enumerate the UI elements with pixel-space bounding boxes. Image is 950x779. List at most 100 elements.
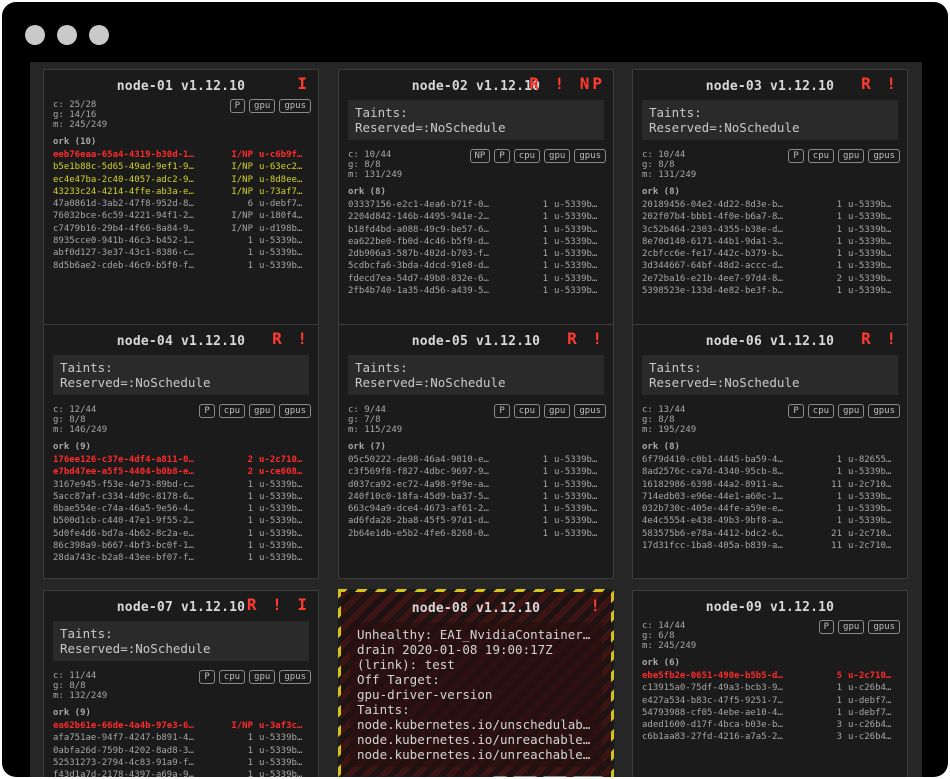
close-window-button[interactable] <box>25 25 45 45</box>
badge-cpu[interactable]: cpu <box>511 776 539 777</box>
badge-gpus[interactable]: gpus <box>279 670 311 684</box>
workload-row[interactable]: 663c94a9-dce4-4673-af61-2… 1 u-5339b… <box>339 503 613 515</box>
badge-gpu[interactable]: gpu <box>542 776 569 777</box>
badge-gpu[interactable]: gpu <box>249 670 276 684</box>
badge-gpu[interactable]: gpu <box>544 404 571 418</box>
workload-row[interactable]: 3d344667-64bf-48d2-accc-d… 1 u-5339b… <box>633 260 907 272</box>
badge-cpu[interactable]: cpu <box>513 149 541 163</box>
workload-row[interactable]: 8bae554e-c74a-46a5-9e56-4… 1 u-5339b… <box>44 503 318 515</box>
node-card[interactable]: node-09 v1.12.10 c: 14/44 g: 6/8 m: 245/249… <box>632 590 908 777</box>
badge-gpus[interactable]: gpus <box>574 149 606 163</box>
badge-p[interactable]: P <box>492 776 508 777</box>
workload-row[interactable]: 240f10c0-18fa-45d9-ba37-5… 1 u-5339b… <box>339 491 613 503</box>
badge-gpu[interactable]: gpu <box>544 149 571 163</box>
workload-row[interactable]: aded1600-d17f-4bca-b03e-b… 3 u-c26b4… <box>633 719 907 731</box>
maximize-window-button[interactable] <box>89 25 109 45</box>
workload-row[interactable]: 3c52b464-2303-4355-b38e-d… 1 u-5339b… <box>633 224 907 236</box>
workload-row[interactable]: 3167e945-f53e-4e73-89bd-c… 1 u-5339b… <box>44 479 318 491</box>
workload-row[interactable]: abf0d127-3e37-43c1-8386-c… 1 u-5339b… <box>44 247 318 259</box>
badge-np[interactable]: NP <box>469 149 491 163</box>
badge-gpu[interactable]: gpu <box>838 149 865 163</box>
workload-row[interactable]: 2cbfcc6e-fe17-442c-b379-b… 1 u-5339b… <box>633 248 907 260</box>
workload-row[interactable]: f43d1a7d-2178-4397-a69a-9… 1 u-5339b… <box>44 769 318 777</box>
badge-p[interactable]: P <box>818 620 835 634</box>
workload-row[interactable]: afa751ae-94f7-4247-b891-4… 1 u-5339b… <box>44 732 318 744</box>
badge-gpus[interactable]: gpus <box>868 404 900 418</box>
workload-row[interactable]: ad6fda28-2ba8-45f5-97d1-d… 1 u-5339b… <box>339 515 613 527</box>
workload-row[interactable]: 03337156-e2c1-4ea6-b71f-0… 1 u-5339b… <box>339 199 613 211</box>
badge-cpu[interactable]: cpu <box>513 404 541 418</box>
workload-row[interactable]: b500d1cb-c440-47e1-9f55-2… 1 u-5339b… <box>44 515 318 527</box>
workload-row[interactable]: ec4e47ba-2c40-4057-adc2-9… I/NP u-8d8ee… <box>44 174 318 186</box>
badge-p[interactable]: P <box>494 149 510 163</box>
workload-row[interactable]: 20189456-04e2-4d22-8d3e-b… 1 u-5339b… <box>633 199 907 211</box>
node-card[interactable]: node-07 v1.12.10 R ! I Taints: Reserved=:N… <box>43 590 319 777</box>
badge-p[interactable]: P <box>199 404 215 418</box>
badge-gpu[interactable]: gpu <box>249 404 276 418</box>
workload-row[interactable]: 6f79d410-c0b1-4445-ba59-4… 1 u-82655… <box>633 454 907 466</box>
workload-row[interactable]: 176ee126-c37e-4df4-a811-0… 2 u-2c710… <box>44 454 318 466</box>
workload-row[interactable]: 8935cce0-941b-46c3-b452-1… 1 u-5339b… <box>44 235 318 247</box>
workload-row[interactable]: ea62b61e-66de-4a4b-97e3-6… I/NP u-3af3c… <box>44 720 318 732</box>
workload-row[interactable]: d037ca92-ec72-4a98-9f9e-a… 1 u-5339b… <box>339 479 613 491</box>
workload-row[interactable]: c3f569f8-f827-4dbc-9697-9… 1 u-5339b… <box>339 466 613 478</box>
workload-row[interactable]: 5acc87af-c334-4d9c-8178-6… 1 u-5339b… <box>44 491 318 503</box>
badge-gpu[interactable]: gpu <box>249 99 276 113</box>
badge-cpu[interactable]: cpu <box>807 149 835 163</box>
workload-row[interactable]: ea622be0-fb0d-4c46-b5f9-d… 1 u-5339b… <box>339 236 613 248</box>
workload-row[interactable]: 52531273-2794-4c83-91a9-f… 1 u-5339b… <box>44 757 318 769</box>
workload-row[interactable]: c13915a0-75df-49a3-bcb3-9… 1 u-c26b4… <box>633 682 907 694</box>
workload-row[interactable]: 2204d842-146b-4495-941e-2… 1 u-5339b… <box>339 211 613 223</box>
workload-row[interactable]: ebe5fb2e-0651-490e-b5b5-d… 5 u-2c710… <box>633 670 907 682</box>
badge-gpus[interactable]: gpus <box>574 404 606 418</box>
badge-gpus[interactable]: gpus <box>572 776 604 777</box>
minimize-window-button[interactable] <box>57 25 77 45</box>
node-card[interactable]: node-08 v1.12.10! Unhealthy: EAI_NvidiaCo… <box>338 589 614 777</box>
workload-row[interactable]: 8e70d140-6171-44b1-9da1-3… 1 u-5339b… <box>633 236 907 248</box>
workload-row[interactable]: 76032bce-6c59-4221-94f1-2… I/NP u-180f4… <box>44 210 318 222</box>
workload-row[interactable]: b5e1b88c-5d65-49ad-9ef1-9… I/NP u-63ec2… <box>44 161 318 173</box>
badge-p[interactable]: P <box>494 404 510 418</box>
workload-row[interactable]: 714edb03-e96e-44e1-a60c-1… 1 u-5339b… <box>633 491 907 503</box>
workload-row[interactable]: 5d0fe4d6-bd7a-4b62-8c2a-e… 1 u-5339b… <box>44 528 318 540</box>
workload-row[interactable]: 8ad2576c-ca7d-4340-95cb-8… 1 u-5339b… <box>633 466 907 478</box>
workload-row[interactable]: 17d31fcc-1ba8-405a-b839-a… 11 u-2c710… <box>633 540 907 552</box>
workload-row[interactable]: 0abfa26d-759b-4202-8ad8-3… 1 u-5339b… <box>44 745 318 757</box>
workload-row[interactable]: fdecd7ea-54d7-49b8-832e-6… 1 u-5339b… <box>339 273 613 285</box>
workload-row[interactable]: 54793988-cf05-4ebe-ae10-4… 1 u-debf7… <box>633 707 907 719</box>
workload-row[interactable]: 583575b6-e78a-4412-bdc2-6… 21 u-2c710… <box>633 528 907 540</box>
workload-row[interactable]: 5398523e-133d-4e82-be3f-b… 1 u-5339b… <box>633 285 907 297</box>
badge-cpu[interactable]: cpu <box>218 404 246 418</box>
workload-row[interactable]: e7bd47ee-a5f5-4404-b0b8-e… 2 u-ce608… <box>44 466 318 478</box>
badge-p[interactable]: P <box>229 99 246 113</box>
badge-gpus[interactable]: gpus <box>868 149 900 163</box>
workload-row[interactable]: 2db906a3-587b-402d-b703-f… 1 u-5339b… <box>339 248 613 260</box>
workload-row[interactable]: 8d5b6ae2-cdeb-46c9-b5f0-f… 1 u-5339b… <box>44 260 318 272</box>
workload-row[interactable]: 43233c24-4214-4ffe-ab3a-e… I/NP u-73af7… <box>44 186 318 198</box>
workload-row[interactable]: 28da743c-b2a8-43ee-bf07-f… 1 u-5339b… <box>44 552 318 564</box>
badge-p[interactable]: P <box>788 149 804 163</box>
badge-gpus[interactable]: gpus <box>279 99 311 113</box>
badge-gpus[interactable]: gpus <box>868 620 900 634</box>
node-card[interactable]: node-05 v1.12.10 R ! Taints: Reserved=:NoS… <box>338 324 614 579</box>
workload-row[interactable]: e427a534-b83c-47f5-9251-7… 1 u-debf7… <box>633 695 907 707</box>
badge-gpus[interactable]: gpus <box>279 404 311 418</box>
badge-p[interactable]: P <box>199 670 215 684</box>
badge-cpu[interactable]: cpu <box>807 404 835 418</box>
workload-row[interactable]: c7479b16-29b4-4f66-8a84-9… I/NP u-d198b… <box>44 223 318 235</box>
workload-row[interactable]: 5cdbcfa6-3bda-4dcd-91e8-d… 1 u-5339b… <box>339 260 613 272</box>
node-card[interactable]: node-03 v1.12.10 R ! Taints: Reserved=:NoS… <box>632 69 908 354</box>
badge-gpu[interactable]: gpu <box>838 404 865 418</box>
badge-gpu[interactable]: gpu <box>838 620 865 634</box>
workload-row[interactable]: 2fb4b740-1a35-4d56-a439-5… 1 u-5339b… <box>339 285 613 297</box>
workload-row[interactable]: 2b64e1db-e5b2-4fe6-8268-0… 1 u-5339b… <box>339 528 613 540</box>
workload-row[interactable]: 202f07b4-bbb1-4f0e-b6a7-8… 1 u-5339b… <box>633 211 907 223</box>
workload-row[interactable]: 16182986-6398-44a2-8911-a… 11 u-2c710… <box>633 479 907 491</box>
workload-row[interactable]: 86c398a9-b667-4bf3-bc0f-1… 1 u-5339b… <box>44 540 318 552</box>
workload-row[interactable]: 05c50222-de98-46a4-9810-e… 1 u-5339b… <box>339 454 613 466</box>
workload-row[interactable]: b18fd4bd-a088-49c9-be57-6… 1 u-5339b… <box>339 224 613 236</box>
node-card[interactable]: node-01 v1.12.10 Ic: 25/28 g: 14/16 m: 245/… <box>43 69 319 354</box>
badge-p[interactable]: P <box>788 404 804 418</box>
node-card[interactable]: node-06 v1.12.10 R ! Taints: Reserved=:NoS… <box>632 324 908 579</box>
workload-row[interactable]: 032b730c-405e-44fe-a59e-e… 1 u-5339b… <box>633 503 907 515</box>
